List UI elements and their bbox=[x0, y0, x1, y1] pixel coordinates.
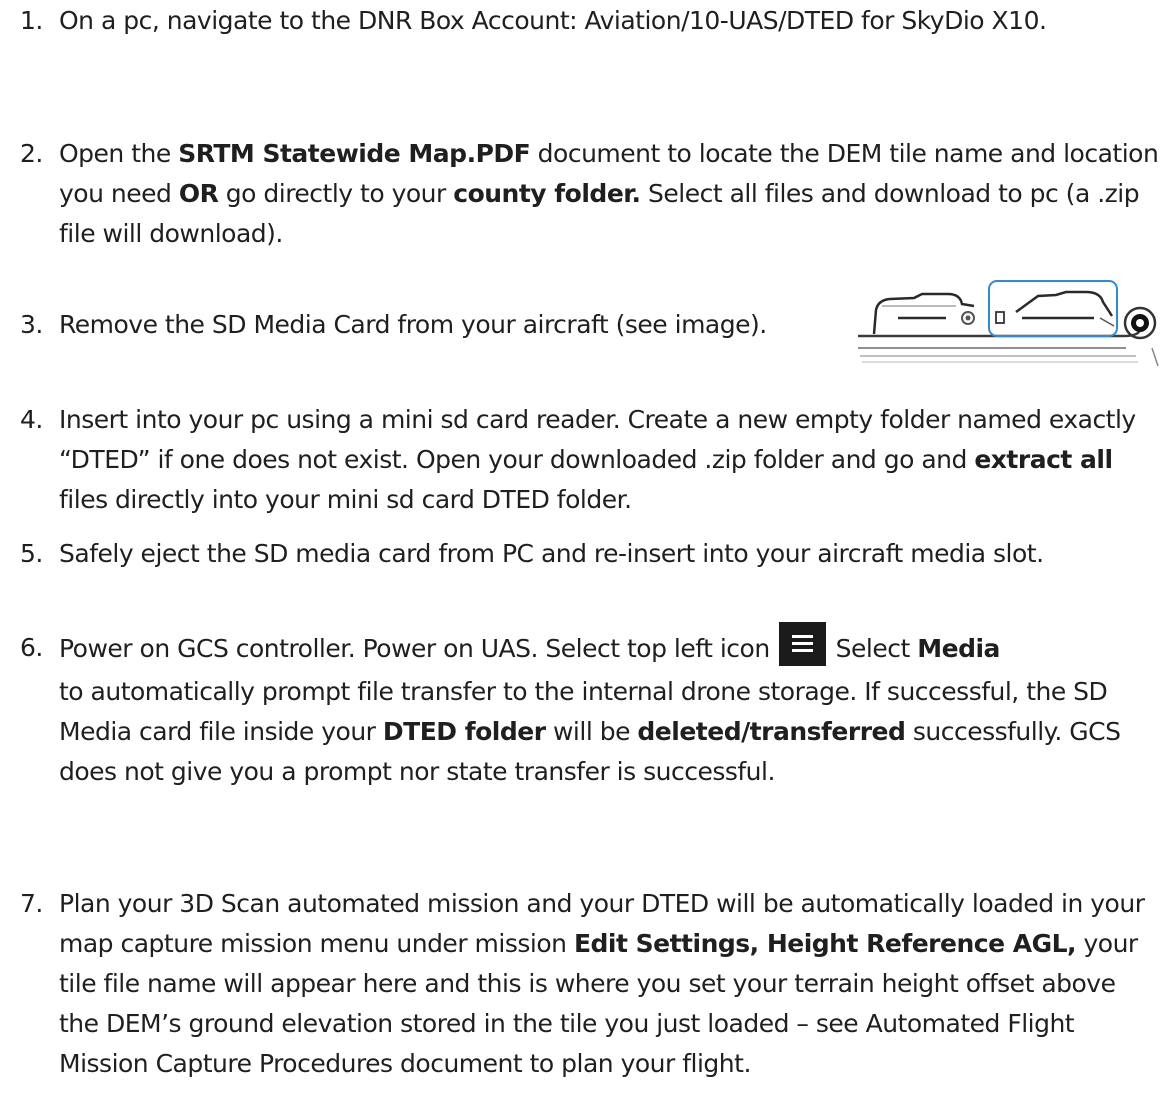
bold-text: OR bbox=[178, 179, 219, 208]
step-text: Safely eject the SD media card from PC a… bbox=[59, 534, 1160, 574]
text-run: Remove the SD Media Card from your aircr… bbox=[59, 310, 767, 339]
step-text: On a pc, navigate to the DNR Box Account… bbox=[59, 1, 1160, 41]
step-number: 4. bbox=[20, 405, 43, 434]
step-number: 7. bbox=[20, 889, 43, 918]
step-7: 7. Plan your 3D Scan automated mission a… bbox=[20, 884, 1160, 1084]
hamburger-menu-icon bbox=[778, 622, 826, 666]
bold-text: SRTM Statewide Map.PDF bbox=[178, 139, 531, 168]
aircraft-sd-card-slot-photo bbox=[856, 278, 1160, 371]
text-run: files directly into your mini sd card DT… bbox=[59, 485, 632, 514]
step-4: 4. Insert into your pc using a mini sd c… bbox=[20, 400, 1160, 520]
text-run: will be bbox=[545, 717, 638, 746]
bold-text: Edit Settings, Height Reference AGL, bbox=[573, 929, 1077, 958]
step-6-first-line: Power on GCS controller. Power on UAS. S… bbox=[59, 622, 1000, 666]
bold-text: deleted/transferred bbox=[637, 717, 906, 746]
step-number: 1. bbox=[20, 6, 43, 35]
bold-text: county folder. bbox=[453, 179, 641, 208]
step-text: to automatically prompt file transfer to… bbox=[59, 677, 1121, 786]
text-run: On a pc, navigate to the DNR Box Account… bbox=[59, 6, 1047, 35]
text-run: Safely eject the SD media card from PC a… bbox=[59, 539, 1044, 568]
step-text: Open the SRTM Statewide Map.PDF document… bbox=[59, 134, 1160, 254]
step-1: 1. On a pc, navigate to the DNR Box Acco… bbox=[20, 1, 1160, 41]
text-run: go directly to your bbox=[218, 179, 454, 208]
step-text: Insert into your pc using a mini sd card… bbox=[59, 400, 1160, 520]
step-number: 3. bbox=[20, 310, 43, 339]
step-number: 2. bbox=[20, 139, 43, 168]
step-2: 2. Open the SRTM Statewide Map.PDF docum… bbox=[20, 134, 1160, 254]
step-text: Plan your 3D Scan automated mission and … bbox=[59, 884, 1160, 1084]
media-word: Media bbox=[917, 634, 1000, 663]
bold-text: DTED folder bbox=[382, 717, 546, 746]
select-word: Select bbox=[835, 634, 911, 663]
step-number: 6. bbox=[20, 633, 43, 662]
step-6-instruction: Power on GCS controller. Power on UAS. S… bbox=[59, 634, 770, 663]
bold-text: extract all bbox=[974, 445, 1113, 474]
text-run: Open the bbox=[59, 139, 179, 168]
step-5: 5. Safely eject the SD media card from P… bbox=[20, 534, 1160, 574]
step-text-block: Power on GCS controller. Power on UAS. S… bbox=[59, 622, 1160, 792]
step-number: 5. bbox=[20, 539, 43, 568]
step-6: 6. Power on GCS controller. Power on UAS… bbox=[20, 622, 1160, 792]
instruction-document: 1. On a pc, navigate to the DNR Box Acco… bbox=[0, 0, 1168, 1095]
